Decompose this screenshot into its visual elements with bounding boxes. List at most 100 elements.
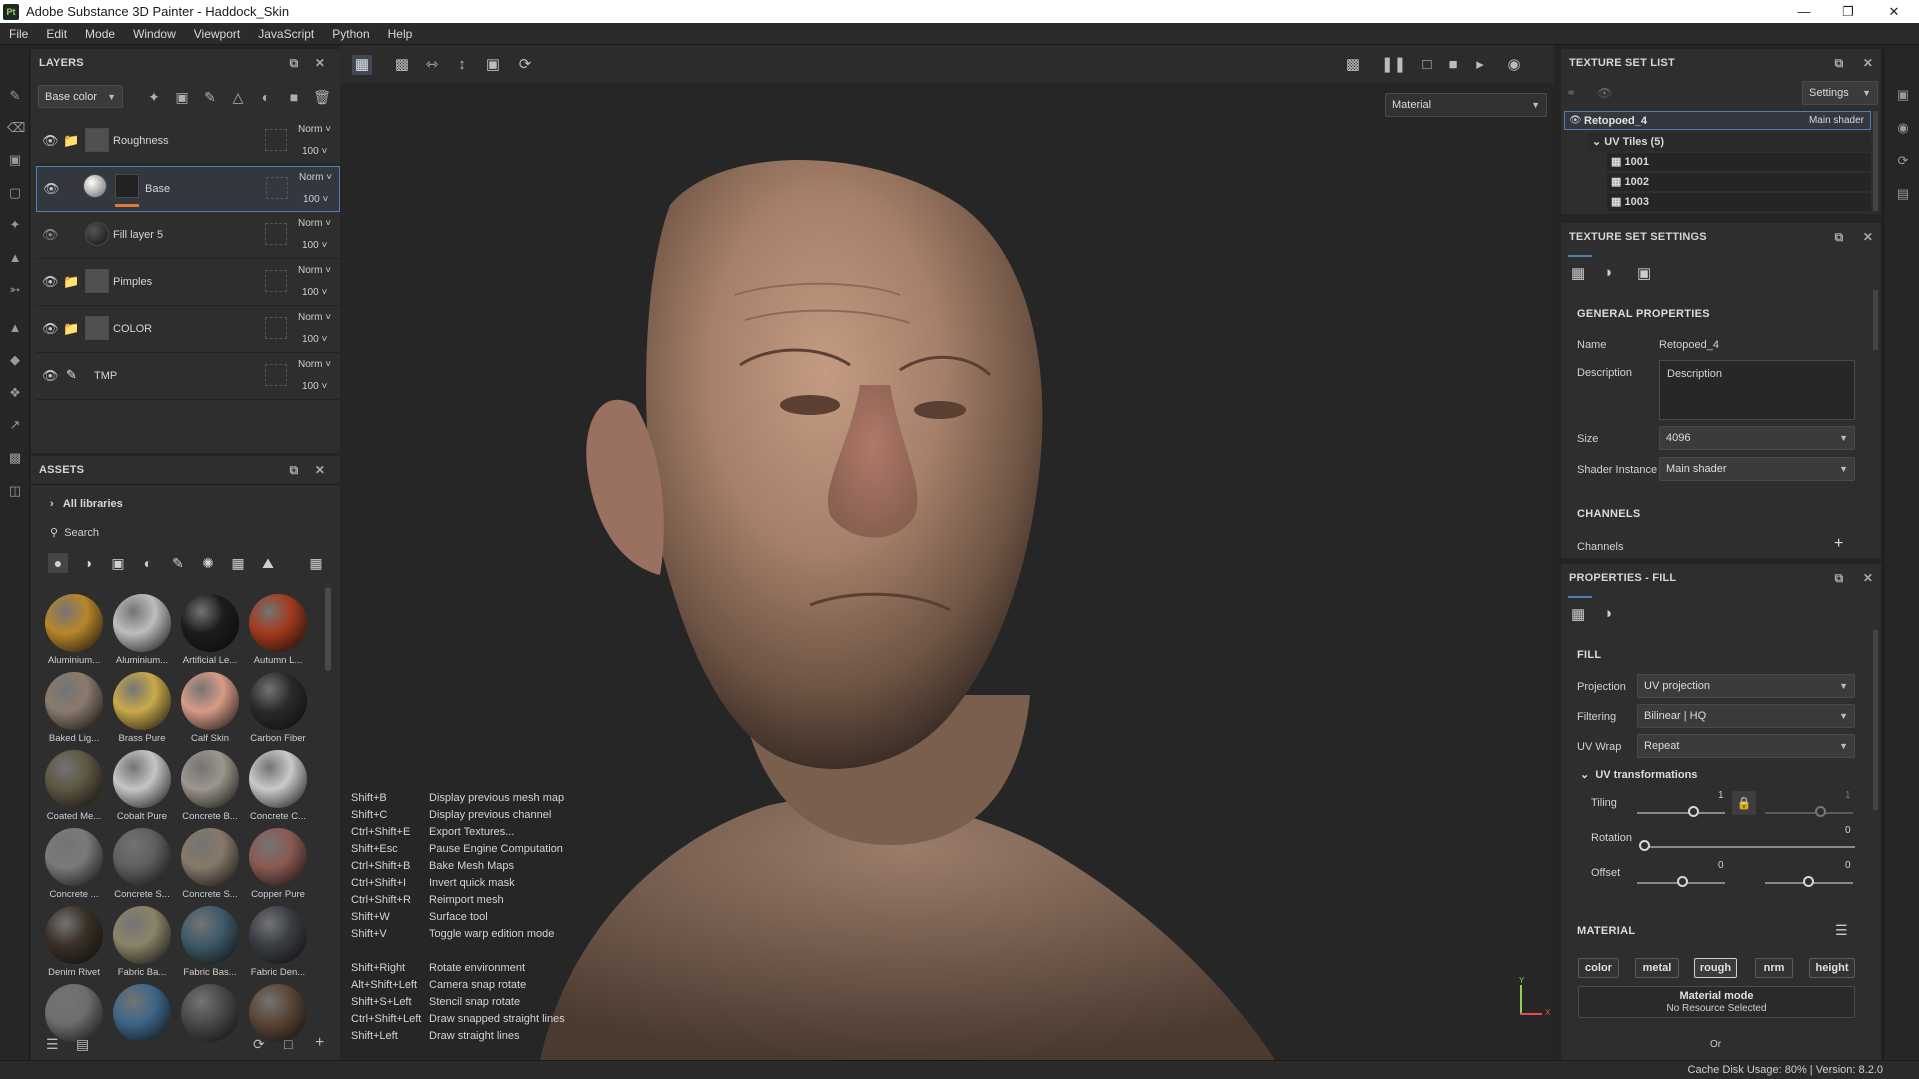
mask-slot[interactable] (266, 177, 288, 199)
menu-mode[interactable]: Mode (76, 27, 124, 41)
asset-tile[interactable]: Coated Me... (40, 750, 108, 828)
close-window-button[interactable]: ✕ (1872, 0, 1916, 23)
shader-tab-icon[interactable]: ◑ (1603, 264, 1612, 281)
delete-layer-icon[interactable]: 🗑 (313, 88, 331, 106)
tsl-settings-dropdown[interactable]: Settings ▼ (1802, 81, 1878, 105)
asset-tile[interactable]: Concrete B... (176, 750, 244, 828)
mask-slot[interactable] (265, 364, 287, 386)
visibility-eye-icon[interactable]: 👁 (42, 133, 59, 149)
lock-icon[interactable]: 🔒 (1732, 791, 1756, 815)
material-menu-icon[interactable]: ☰ (1835, 922, 1848, 939)
asset-tile[interactable]: Fabric Bas... (176, 906, 244, 984)
close-panel-icon[interactable]: ✕ (1861, 56, 1875, 70)
menu-viewport[interactable]: Viewport (185, 27, 249, 41)
path-tool-icon[interactable]: ▩ (7, 450, 23, 466)
asset-tile[interactable]: Artificial Le... (176, 594, 244, 672)
size-select[interactable]: 4096 ▼ (1659, 426, 1855, 450)
asset-tile[interactable]: Concrete C... (244, 750, 312, 828)
opacity-value[interactable]: 100 ˅ (303, 194, 328, 205)
settings-tab-icon[interactable]: ▦ (1571, 264, 1585, 282)
menu-python[interactable]: Python (323, 27, 378, 41)
log-icon[interactable]: ▤ (1895, 186, 1911, 202)
uv-tile-row[interactable]: ▦ 1001 (1607, 153, 1871, 171)
asset-tile[interactable]: Calf Skin (176, 672, 244, 750)
add-channel-button[interactable]: + (1834, 535, 1843, 553)
history-icon[interactable]: ⟳ (1895, 153, 1911, 169)
display-settings-icon[interactable]: ▣ (1895, 87, 1911, 103)
color-channel-button[interactable]: color (1578, 958, 1619, 978)
measure-icon[interactable]: ❖ (7, 385, 23, 401)
maximize-button[interactable]: ❐ (1826, 0, 1870, 23)
hide-overlay-icon[interactable]: ▩ (1343, 55, 1363, 75)
material-mode-slot[interactable]: Material mode No Resource Selected (1578, 986, 1855, 1018)
asset-tile[interactable]: Denim Rivet (40, 906, 108, 984)
clone-stamp-icon[interactable]: ▲ (7, 250, 23, 266)
rotation-slider-handle[interactable] (1639, 840, 1650, 851)
detail-view-icon[interactable]: ▤ (76, 1036, 89, 1053)
add-folder-icon[interactable]: ■ (285, 88, 303, 106)
asset-tile[interactable]: Aluminium... (40, 594, 108, 672)
close-panel-icon[interactable]: ✕ (313, 56, 327, 70)
effects-icon[interactable]: ✦ (145, 88, 163, 106)
uv-view-icon[interactable]: ▩ (392, 55, 412, 75)
shader-settings-icon[interactable]: ◉ (1895, 120, 1911, 136)
tiling-slider-handle[interactable] (1688, 806, 1699, 817)
float-panel-icon[interactable]: ⧉ (287, 56, 301, 70)
opacity-value[interactable]: 100 ˅ (302, 146, 327, 157)
asset-tile[interactable]: Fabric Ba... (108, 906, 176, 984)
uv-tiles-row[interactable]: ⌄ UV Tiles (5) (1588, 133, 1871, 151)
blend-mode[interactable]: Norm ˅ (298, 265, 331, 276)
mask-slot[interactable] (265, 317, 287, 339)
close-panel-icon[interactable]: ✕ (313, 463, 327, 477)
add-smart-layer-icon[interactable]: ◐ (257, 88, 275, 106)
tiling-slider-2-handle[interactable] (1815, 806, 1826, 817)
visibility-eye-icon[interactable]: 👁 (42, 274, 59, 290)
channel-selector[interactable]: Base color ▼ (38, 85, 123, 108)
blend-mode[interactable]: Norm ˅ (299, 172, 332, 183)
textures-filter-icon[interactable]: ▦ (228, 553, 248, 573)
fill-settings-tab-icon[interactable]: ▦ (1571, 605, 1585, 623)
asset-tile[interactable]: Autumn L... (244, 594, 312, 672)
asset-tile[interactable]: Baked Lig... (40, 672, 108, 750)
float-panel-icon[interactable]: ⧉ (287, 463, 301, 477)
uvwrap-select[interactable]: Repeat ▼ (1637, 734, 1855, 758)
rough-channel-button[interactable]: rough (1694, 958, 1737, 978)
list-view-icon[interactable]: ☰ (46, 1036, 59, 1053)
eye-icon[interactable]: 👁 (1569, 115, 1582, 126)
menu-help[interactable]: Help (379, 27, 422, 41)
uv-tile-row[interactable]: ▦ 1002 (1607, 173, 1871, 191)
add-paint-layer-icon[interactable]: ✎ (201, 88, 219, 106)
pause-icon[interactable]: ❚❚ (1381, 55, 1406, 75)
tsl-scrollbar[interactable] (1873, 111, 1878, 211)
nrm-channel-button[interactable]: nrm (1755, 958, 1793, 978)
menu-file[interactable]: File (0, 27, 37, 41)
mesh-view-icon[interactable]: ▦ (352, 55, 372, 75)
metal-channel-button[interactable]: metal (1635, 958, 1679, 978)
display-mode-select[interactable]: Material ▼ (1385, 93, 1547, 117)
mask-slot[interactable] (265, 270, 287, 292)
color-picker-icon[interactable]: ➳ (7, 282, 23, 298)
add-asset-icon[interactable]: + (315, 1034, 324, 1052)
refresh-icon[interactable]: ⟳ (253, 1036, 265, 1053)
eye-icon[interactable]: 👁 (1597, 86, 1612, 100)
float-panel-icon[interactable]: ⧉ (1832, 571, 1846, 585)
environments-filter-icon[interactable]: ⛰ (258, 553, 278, 573)
add-fill-layer-icon[interactable]: △ (229, 88, 247, 106)
history-icon[interactable]: ⟳ (515, 55, 535, 75)
description-field[interactable]: Description (1659, 360, 1855, 420)
height-channel-button[interactable]: height (1809, 958, 1855, 978)
smart-masks-filter-icon[interactable]: ▣ (108, 553, 128, 573)
visibility-eye-icon[interactable]: 👁 (42, 321, 59, 337)
layer-row-base[interactable]: 👁 Base Norm ˅ 100 ˅ (36, 166, 340, 212)
mask-slot[interactable] (265, 223, 287, 245)
fit-view-icon[interactable]: ▣ (483, 55, 503, 75)
menu-javascript[interactable]: JavaScript (249, 27, 323, 41)
tiling-slider[interactable] (1637, 812, 1725, 814)
asset-tile[interactable]: Carbon Fiber (244, 672, 312, 750)
float-panel-icon[interactable]: ⧉ (1832, 230, 1846, 244)
visibility-eye-off-icon[interactable]: 👁 (42, 227, 59, 243)
smudge-icon[interactable]: ✦ (7, 217, 23, 233)
paint-brush-icon[interactable]: ✎ (7, 88, 23, 104)
opacity-value[interactable]: 100 ˅ (302, 334, 327, 345)
props-scrollbar[interactable] (1873, 630, 1878, 810)
